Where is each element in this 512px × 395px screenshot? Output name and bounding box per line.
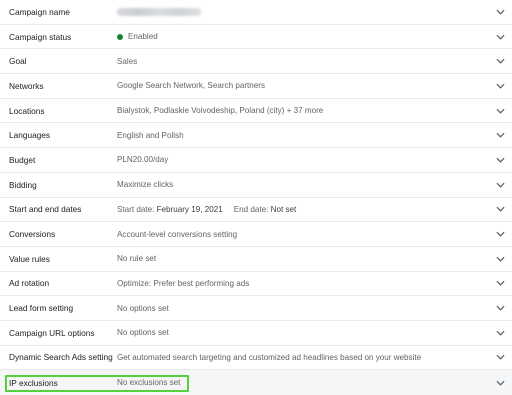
end-date-value: Not set	[270, 204, 297, 214]
setting-label: Locations	[9, 105, 45, 116]
start-date-prefix: Start date:	[117, 204, 155, 214]
setting-label: Dynamic Search Ads setting	[9, 352, 113, 363]
setting-row-campaign-name[interactable]: Campaign name	[0, 0, 512, 25]
setting-row-value-rules[interactable]: Value rules No rule set	[0, 247, 512, 272]
setting-row-networks[interactable]: Networks Google Search Network, Search p…	[0, 74, 512, 99]
chevron-down-icon[interactable]	[495, 254, 505, 264]
chevron-down-icon[interactable]	[495, 130, 505, 140]
setting-value	[117, 7, 201, 16]
chevron-down-icon[interactable]	[495, 56, 505, 66]
setting-label: Languages	[9, 130, 51, 141]
end-date-prefix: End date:	[233, 204, 269, 214]
setting-value: Google Search Network, Search partners	[117, 81, 266, 91]
setting-label: Value rules	[9, 253, 50, 264]
setting-value: Optimize: Prefer best performing ads	[117, 278, 250, 288]
chevron-down-icon[interactable]	[495, 378, 505, 388]
chevron-down-icon[interactable]	[495, 204, 505, 214]
setting-row-campaign-url-options[interactable]: Campaign URL options No options set	[0, 321, 512, 346]
setting-row-dynamic-search-ads[interactable]: Dynamic Search Ads setting Get automated…	[0, 346, 512, 371]
setting-value: Maximize clicks	[117, 180, 174, 190]
setting-label: Campaign URL options	[9, 327, 95, 338]
setting-label: Bidding	[9, 179, 37, 190]
chevron-down-icon[interactable]	[495, 352, 505, 362]
status-text: Enabled	[128, 32, 158, 42]
setting-label: Ad rotation	[9, 278, 50, 289]
setting-row-locations[interactable]: Locations Bialystok, Podlaskie Voivodesh…	[0, 99, 512, 124]
setting-row-languages[interactable]: Languages English and Polish	[0, 123, 512, 149]
chevron-down-icon[interactable]	[495, 328, 505, 338]
chevron-down-icon[interactable]	[495, 106, 505, 116]
setting-row-bidding[interactable]: Bidding Maximize clicks	[0, 173, 512, 198]
setting-value: Get automated search targeting and custo…	[117, 352, 422, 362]
setting-value: PLN20.00/day	[117, 155, 169, 165]
setting-label: Lead form setting	[9, 303, 74, 314]
setting-label: Budget	[9, 154, 36, 165]
chevron-down-icon[interactable]	[495, 7, 505, 17]
chevron-down-icon[interactable]	[495, 155, 505, 165]
setting-value: Bialystok, Podlaskie Voivodeship, Poland…	[117, 106, 324, 116]
setting-value: No options set	[117, 303, 169, 313]
setting-label: Networks	[9, 80, 44, 91]
setting-value: Start date: February 19, 2021 End date: N…	[117, 205, 296, 214]
start-date-value: February 19, 2021	[156, 204, 223, 214]
chevron-down-icon[interactable]	[495, 32, 505, 42]
setting-row-conversions[interactable]: Conversions Account-level conversions se…	[0, 222, 512, 247]
setting-value: Sales	[117, 56, 138, 66]
redacted-campaign-name	[117, 7, 201, 16]
setting-value: No options set	[117, 328, 169, 338]
setting-value: No exclusions set	[117, 378, 181, 388]
setting-label: Conversions	[9, 229, 56, 240]
setting-row-budget[interactable]: Budget PLN20.00/day	[0, 148, 512, 173]
chevron-down-icon[interactable]	[495, 81, 505, 91]
setting-label: IP exclusions	[9, 377, 58, 388]
setting-value: English and Polish	[117, 130, 184, 140]
setting-label: Start and end dates	[9, 204, 82, 215]
setting-row-start-end-dates[interactable]: Start and end dates Start date: February…	[0, 198, 512, 223]
setting-value: Enabled	[117, 32, 158, 41]
setting-row-goal[interactable]: Goal Sales	[0, 49, 512, 75]
setting-row-lead-form[interactable]: Lead form setting No options set	[0, 296, 512, 321]
setting-row-campaign-status[interactable]: Campaign status Enabled	[0, 25, 512, 50]
setting-row-ip-exclusions[interactable]: IP exclusions No exclusions set	[0, 370, 512, 395]
status-dot-icon	[117, 33, 123, 40]
setting-row-ad-rotation[interactable]: Ad rotation Optimize: Prefer best perfor…	[0, 272, 512, 297]
chevron-down-icon[interactable]	[495, 278, 505, 288]
chevron-down-icon[interactable]	[495, 180, 505, 190]
setting-value: No rule set	[117, 254, 157, 264]
campaign-settings-list: Campaign name Campaign status Enabled Go…	[0, 0, 512, 395]
chevron-down-icon[interactable]	[495, 303, 505, 313]
setting-label: Campaign status	[9, 31, 72, 42]
setting-label: Campaign name	[9, 6, 70, 17]
chevron-down-icon[interactable]	[495, 229, 505, 239]
setting-label: Goal	[9, 56, 27, 67]
setting-value: Account-level conversions setting	[117, 229, 238, 239]
